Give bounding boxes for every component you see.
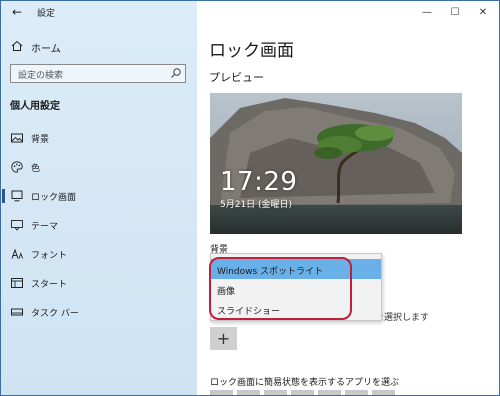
lock-screen-icon: [11, 190, 23, 202]
title-bar: ← 設定: [1, 1, 197, 23]
option-label: スライドショー: [217, 307, 281, 317]
theme-brush-icon: [11, 220, 23, 231]
close-icon[interactable]: ✕: [469, 3, 497, 21]
font-icon: [11, 248, 24, 259]
sidebar-item-label: フォント: [31, 251, 68, 261]
choose-app-text: を選択します: [375, 313, 430, 323]
sidebar-item-start[interactable]: スタート: [1, 273, 197, 293]
app-tile[interactable]: [372, 390, 395, 395]
quick-status-apps: [210, 390, 395, 395]
section-title: 個人用設定: [10, 101, 60, 112]
app-tile[interactable]: [291, 390, 314, 395]
sidebar-item-color[interactable]: 色: [1, 157, 197, 177]
app-tile[interactable]: [237, 390, 260, 395]
sidebar-item-label: 色: [31, 164, 41, 174]
sidebar-item-label: ロック画面: [31, 193, 77, 203]
home-icon: [11, 40, 23, 51]
option-windows-spotlight[interactable]: Windows スポットライト: [211, 259, 381, 279]
app-tile[interactable]: [210, 390, 233, 395]
sidebar-item-home[interactable]: ホーム: [1, 37, 197, 57]
option-label: Windows スポットライト: [217, 267, 324, 277]
minimize-icon[interactable]: —: [413, 3, 441, 21]
settings-window: ← 設定 ホーム 設定の検索 個人用設定 背景 色 ロック画面 テーマ フォント…: [0, 0, 500, 396]
sidebar-item-label: 背景: [31, 135, 50, 145]
start-menu-icon: [11, 278, 23, 288]
preview-heading: プレビュー: [209, 71, 264, 84]
window-controls: — ☐ ✕: [413, 3, 497, 21]
back-arrow-icon[interactable]: ←: [9, 5, 25, 19]
sidebar-item-theme[interactable]: テーマ: [1, 215, 197, 235]
home-label: ホーム: [31, 44, 61, 55]
lock-screen-preview: 17:29 5月21日 (金曜日): [210, 93, 462, 234]
add-app-button[interactable]: +: [210, 327, 237, 350]
sidebar: ← 設定 ホーム 設定の検索 個人用設定 背景 色 ロック画面 テーマ フォント…: [1, 1, 197, 395]
taskbar-icon: [11, 308, 23, 316]
app-tile[interactable]: [345, 390, 368, 395]
sidebar-item-lock-screen[interactable]: ロック画面: [1, 186, 197, 206]
image-icon: [11, 133, 23, 143]
preview-image: [210, 93, 462, 234]
option-label: 画像: [217, 287, 236, 297]
sidebar-item-label: テーマ: [31, 222, 59, 232]
palette-icon: [11, 161, 23, 173]
search-input[interactable]: 設定の検索: [10, 64, 186, 83]
sidebar-item-background[interactable]: 背景: [1, 128, 197, 148]
quick-status-label: ロック画面に簡易状態を表示するアプリを選ぶ: [210, 378, 400, 388]
page-title: ロック画面: [209, 41, 294, 61]
preview-date: 5月21日 (金曜日): [220, 200, 293, 210]
sidebar-item-taskbar[interactable]: タスク バー: [1, 302, 197, 322]
search-placeholder: 設定の検索: [18, 71, 64, 81]
preview-time: 17:29: [220, 167, 298, 197]
sidebar-item-fonts[interactable]: フォント: [1, 244, 197, 264]
main-content: — ☐ ✕ ロック画面 プレビュー 17:29 5月21日 (金曜日) 背景 を…: [197, 1, 499, 395]
maximize-icon[interactable]: ☐: [441, 3, 469, 21]
app-tile[interactable]: [264, 390, 287, 395]
background-dropdown[interactable]: Windows スポットライト 画像 スライドショー: [210, 253, 382, 321]
option-slideshow[interactable]: スライドショー: [211, 299, 381, 319]
search-icon: [171, 68, 181, 78]
app-title: 設定: [37, 9, 56, 19]
sidebar-item-label: タスク バー: [31, 309, 79, 319]
sidebar-item-label: スタート: [31, 280, 68, 290]
app-tile[interactable]: [318, 390, 341, 395]
option-picture[interactable]: 画像: [211, 279, 381, 299]
